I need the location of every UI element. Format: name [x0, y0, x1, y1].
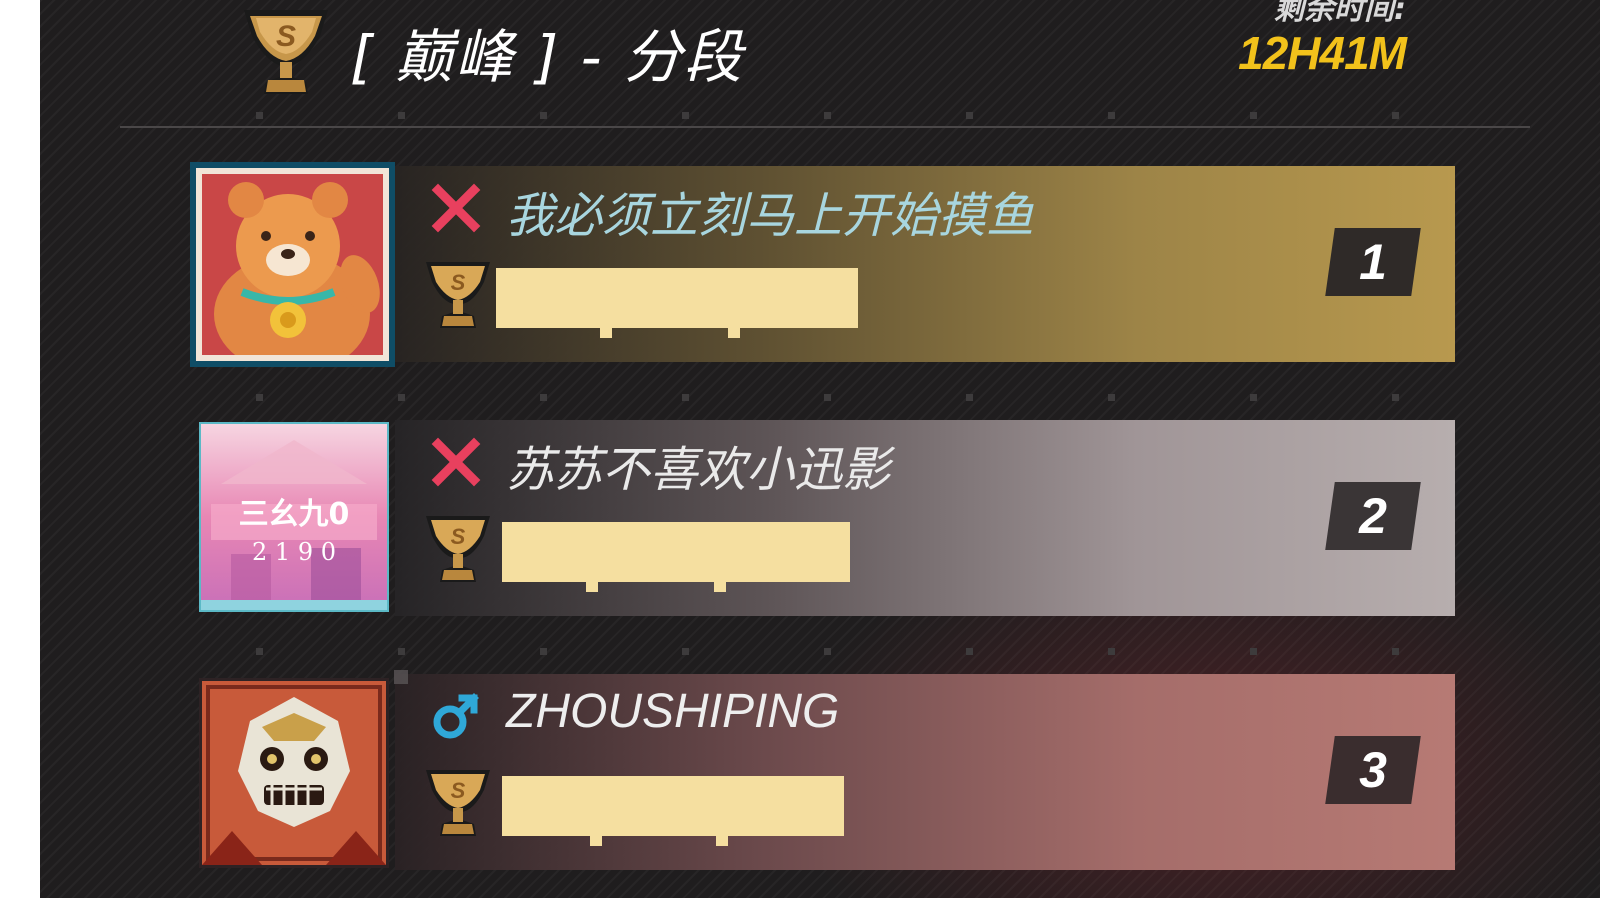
time-remaining-label: 剩余时间: [1274, 0, 1406, 27]
trophy-letter: S [451, 270, 466, 295]
svg-text:三幺九0: 三幺九0 [239, 497, 350, 532]
score-redacted [502, 776, 844, 846]
trophy-icon: S [244, 10, 328, 94]
corner-mark [394, 670, 408, 684]
trophy-letter: S [451, 778, 466, 803]
rank-badge: 3 [1325, 736, 1421, 804]
player-name: ZHOUSHIPING [506, 685, 840, 738]
trophy-icon: S [426, 770, 490, 836]
leaderboard-row[interactable]: 我必须立刻马上开始摸鱼 S 1 [190, 162, 1455, 367]
player-name: 苏苏不喜欢小迅影 [506, 442, 891, 498]
leaderboard-row[interactable]: 三幺九0 2 1 9 0 苏苏不喜欢小迅影 S 2 [190, 416, 1455, 616]
cross-icon [431, 183, 481, 233]
leaderboard-row[interactable]: ZHOUSHIPING S 3 [190, 670, 1455, 870]
teddy-bear-avatar[interactable] [190, 162, 395, 367]
trophy-icon: S [426, 262, 490, 328]
trophy-icon: S [426, 516, 490, 582]
decorative-dots [40, 394, 1600, 402]
time-remaining-value: 12H41M [1238, 27, 1407, 79]
decorative-dots [40, 112, 1600, 120]
score-redacted [502, 522, 850, 592]
rank-number: 2 [1359, 488, 1387, 544]
cross-icon [431, 437, 481, 487]
pink-city-avatar[interactable]: 三幺九0 2 1 9 0 [199, 422, 389, 612]
tier-title: [ 巅峰 ] - 分段 [350, 23, 744, 91]
score-redacted [496, 268, 858, 338]
rank-number: 3 [1359, 742, 1387, 798]
trophy-letter: S [276, 20, 296, 53]
decorative-dots [40, 648, 1600, 656]
svg-text:2 1 9 0: 2 1 9 0 [252, 538, 336, 566]
leaderboard-panel: S [ 巅峰 ] - 分段 剩余时间: 12H41M 我必须立刻马上开始摸鱼 S… [40, 0, 1600, 898]
rank-badge: 2 [1325, 482, 1421, 550]
rank-badge: 1 [1325, 228, 1421, 296]
trophy-letter: S [451, 524, 466, 549]
player-name: 我必须立刻马上开始摸鱼 [506, 188, 1035, 244]
header-divider [120, 126, 1530, 128]
rank-number: 1 [1359, 234, 1387, 290]
leaderboard-header: S [ 巅峰 ] - 分段 剩余时间: 12H41M [40, 0, 1600, 130]
male-icon [433, 693, 479, 739]
lion-mask-avatar[interactable] [199, 678, 389, 868]
